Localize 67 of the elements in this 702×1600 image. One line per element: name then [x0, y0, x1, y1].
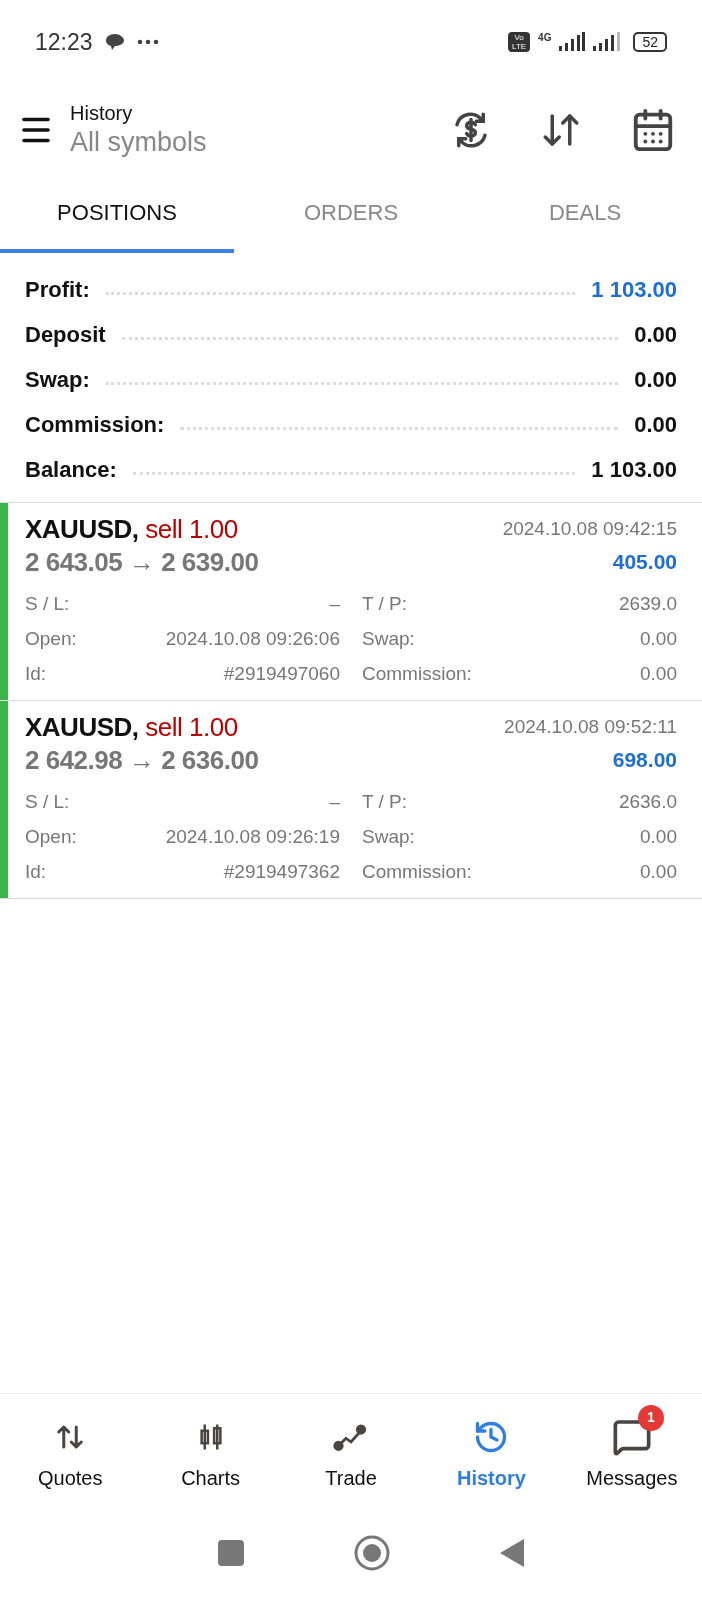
position-profit: 698.00 — [612, 747, 677, 774]
line-chart-icon — [333, 1421, 369, 1452]
price-change: 2 642.98 → 2 636.00 — [25, 744, 259, 777]
signal-icon — [559, 32, 586, 52]
field-value: 0.00 — [640, 662, 677, 687]
field-label: Commission: — [362, 860, 472, 885]
recents-icon[interactable] — [218, 1539, 244, 1566]
position-title: XAUUSD, sell 1.00 — [25, 513, 238, 545]
field-value: 2639.0 — [618, 592, 677, 617]
field-label: T / P: — [362, 592, 408, 617]
field-label: Open: — [25, 627, 77, 652]
field-value: – — [329, 592, 340, 617]
home-icon[interactable] — [354, 1534, 390, 1571]
field-value: 2636.0 — [618, 790, 677, 815]
price-change: 2 643.05 → 2 639.00 — [25, 546, 259, 579]
summary-label: Deposit — [25, 321, 106, 349]
summary-value: 0.00 — [634, 366, 677, 394]
screen-title: History — [70, 101, 134, 125]
tab[interactable]: DEALS — [468, 176, 702, 253]
field-label: Id: — [25, 860, 47, 885]
field-value: 0.00 — [640, 860, 677, 885]
summary-value: 1 103.00 — [591, 456, 677, 484]
position-card[interactable]: XAUUSD, sell 1.00 2024.10.08 09:52:11 2 642.98 → 2 636.00 698.00 S / L: – T / P: 2636.0 Open: 2024.10.08 09:26:19 Swap: 0.00 Id: #2919497362 Commission: 0.00 — [0, 701, 702, 899]
summary-label: Swap: — [25, 366, 90, 394]
field-value: #2919497060 — [223, 662, 340, 687]
nav-tab[interactable]: Charts — [140, 1402, 281, 1497]
field-value: 0.00 — [640, 627, 677, 652]
clock: 12:23 — [35, 27, 93, 57]
position-card[interactable]: XAUUSD, sell 1.00 2024.10.08 09:42:15 2 643.05 → 2 639.00 405.00 S / L: – T / P: 2639.0 Open: 2024.10.08 09:26:06 Swap: 0.00 Id: #2919497060 Commission: 0.00 — [0, 503, 702, 701]
summary-label: Profit: — [25, 276, 90, 304]
nav-tab[interactable]: 1 Messages — [561, 1402, 702, 1497]
nav-tab[interactable]: Trade — [280, 1402, 422, 1497]
field-value: 2024.10.08 09:26:06 — [165, 627, 340, 652]
nav-tab[interactable]: History — [421, 1402, 562, 1497]
field-value: 2024.10.08 09:26:19 — [165, 825, 340, 850]
chat-bubble-icon — [104, 33, 125, 51]
volte-badge: Vo LTE — [508, 32, 531, 52]
network-label: 4G — [538, 31, 552, 45]
field-value: 0.00 — [640, 825, 677, 850]
field-label: Commission: — [362, 662, 472, 687]
field-label: S / L: — [25, 790, 70, 815]
close-time: 2024.10.08 09:42:15 — [502, 516, 677, 541]
field-label: T / P: — [362, 790, 408, 815]
summary-label: Commission: — [25, 411, 165, 439]
notification-badge: 1 — [637, 1404, 664, 1431]
battery-indicator: 52 — [633, 32, 667, 52]
close-time: 2024.10.08 09:52:11 — [504, 714, 677, 739]
field-label: Open: — [25, 825, 77, 850]
field-label: Swap: — [362, 627, 415, 652]
field-value: – — [329, 790, 340, 815]
field-value: #2919497362 — [223, 860, 340, 885]
field-label: Id: — [25, 662, 47, 687]
symbol-filter[interactable]: All symbols — [70, 125, 207, 159]
more-icon — [136, 39, 159, 45]
signal-icon — [593, 32, 622, 52]
position-profit: 405.00 — [612, 549, 677, 576]
nav-tab[interactable]: Quotes — [0, 1402, 141, 1497]
tab[interactable]: ORDERS — [234, 176, 468, 253]
position-title: XAUUSD, sell 1.00 — [25, 711, 238, 743]
back-icon[interactable] — [500, 1538, 524, 1567]
tab[interactable]: POSITIONS — [0, 176, 234, 253]
summary-value: 0.00 — [634, 321, 677, 349]
summary-value: 0.00 — [634, 411, 677, 439]
summary-value: 1 103.00 — [591, 276, 677, 304]
field-label: S / L: — [25, 592, 70, 617]
field-label: Swap: — [362, 825, 415, 850]
summary-label: Balance: — [25, 456, 117, 484]
